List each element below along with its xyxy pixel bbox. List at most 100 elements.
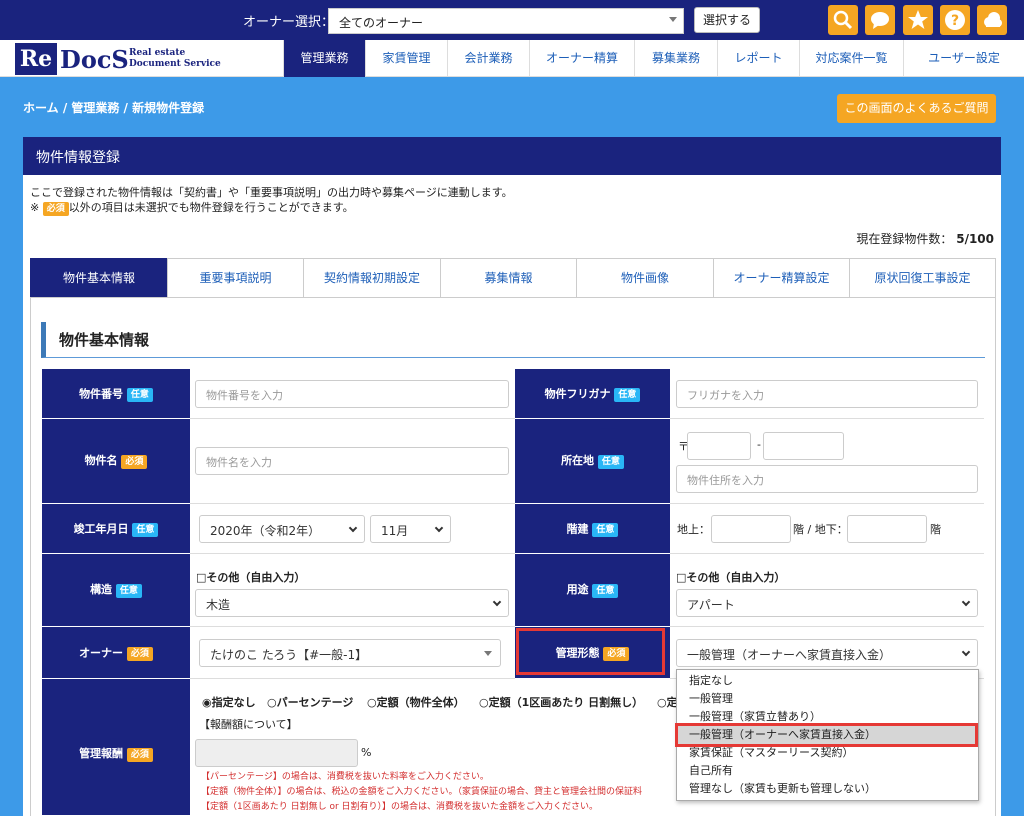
nav-tab-management[interactable]: 管理業務 <box>283 40 365 77</box>
fee-note-2: 【定額（物件全体）】の場合は、税込の金額をご入力ください。（家賃保証の場合、貸主… <box>201 787 643 797</box>
optional-badge: 任意 <box>597 455 624 469</box>
label-property-kana: 物件フリガナ 任意 <box>515 369 670 419</box>
property-tabs: 物件基本情報 重要事項説明 契約情報初期設定 募集情報 物件画像 オーナー精算設… <box>30 258 996 298</box>
address-input[interactable]: 物件住所を入力 <box>676 465 978 493</box>
label-owner: オーナー 必須 <box>42 627 190 679</box>
fee-note-1: 【パーセンテージ】の場合は、消費税を抜いた料率をご入力ください。 <box>201 772 489 782</box>
label-usage: 用途 任意 <box>515 554 670 627</box>
star-icon[interactable] <box>903 5 933 35</box>
fee-option-percentage[interactable]: ○パーセンテージ <box>267 694 353 710</box>
help-icon[interactable]: ? <box>940 5 970 35</box>
breadcrumb[interactable]: ホーム / 管理業務 / 新規物件登録 <box>23 99 204 116</box>
management-fee-input[interactable] <box>195 739 358 767</box>
property-kana-input[interactable]: フリガナを入力 <box>676 380 978 408</box>
logo-mark: Re <box>15 43 57 75</box>
owner-select-value: 全てのオーナー <box>339 16 424 30</box>
nav-tab-accounting[interactable]: 会計業務 <box>447 40 529 77</box>
structure-select[interactable]: 木造 <box>195 589 509 617</box>
nav-tab-owner-settlement[interactable]: オーナー精算 <box>529 40 634 77</box>
built-month-select[interactable]: 11月 <box>370 515 451 543</box>
tab-property-images[interactable]: 物件画像 <box>576 258 714 298</box>
nav-tab-rent[interactable]: 家賃管理 <box>365 40 447 77</box>
floors-above-input[interactable] <box>711 515 791 543</box>
nav-tab-cases[interactable]: 対応案件一覧 <box>799 40 903 77</box>
logo-subtitle: Real estate Document Service <box>129 48 221 69</box>
required-badge: 必須 <box>121 455 148 469</box>
required-badge: 必須 <box>42 202 69 216</box>
floors-below-label: 階 / 地下： <box>793 523 848 536</box>
dropdown-option[interactable]: 管理なし（家賃も更新も管理しない） <box>677 780 978 798</box>
fee-unit: % <box>361 746 372 759</box>
panel-description: ここで登録された物件情報は「契約書」や「重要事項説明」の出力時や募集ページに連動… <box>30 186 513 216</box>
label-property-number: 物件番号 任意 <box>42 369 190 419</box>
svg-text:?: ? <box>951 13 959 29</box>
postal-code-1-input[interactable] <box>687 432 751 460</box>
label-property-name: 物件名 必須 <box>42 419 190 504</box>
postal-code-2-input[interactable] <box>763 432 844 460</box>
optional-badge: 任意 <box>132 523 159 537</box>
main-nav: Re DocS Real estate Document Service 管理業務… <box>0 40 1024 77</box>
dropdown-option[interactable]: 一般管理 <box>677 690 978 708</box>
dropdown-option[interactable]: 指定なし <box>677 672 978 690</box>
tab-restoration-work[interactable]: 原状回復工事設定 <box>849 258 996 298</box>
fee-option-fixed-total[interactable]: ○定額（物件全体） <box>367 694 465 710</box>
label-floors: 階建 任意 <box>515 504 670 554</box>
optional-badge: 任意 <box>614 388 641 402</box>
property-number-input[interactable]: 物件番号を入力 <box>195 380 509 408</box>
top-bar: オーナー選択： 全てのオーナー 選択する ? <box>0 0 1024 40</box>
nav-tab-recruitment[interactable]: 募集業務 <box>634 40 717 77</box>
floors-above-label: 地上： <box>677 523 710 536</box>
floors-unit: 階 <box>930 523 941 536</box>
tab-basic-info[interactable]: 物件基本情報 <box>30 258 168 298</box>
tab-recruitment-info[interactable]: 募集情報 <box>440 258 577 298</box>
section-title: 物件基本情報 <box>41 322 985 358</box>
nav-tab-user-settings[interactable]: ユーザー設定 <box>903 40 1024 77</box>
usage-select[interactable]: アパート <box>676 589 978 617</box>
structure-other-checkbox[interactable]: □その他（自由入力） <box>196 569 305 585</box>
logo-name: DocS <box>60 45 129 74</box>
selected-option-highlight <box>675 723 978 747</box>
postal-dash: - <box>757 438 761 451</box>
optional-badge: 任意 <box>592 584 619 598</box>
label-address: 所在地 任意 <box>515 419 670 504</box>
fee-note-3: 【定額（1区画あたり 日割無し or 日割有り）】の場合は、消費税を抜いた金額を… <box>201 802 599 812</box>
chevron-down-icon <box>492 597 502 607</box>
label-built-date: 竣工年月日 任意 <box>42 504 190 554</box>
floors-below-input[interactable] <box>847 515 927 543</box>
panel-title: 物件情報登録 <box>23 137 1001 175</box>
tab-owner-settlement[interactable]: オーナー精算設定 <box>713 258 850 298</box>
chevron-down-icon <box>348 523 358 533</box>
fee-option-none[interactable]: ◉指定なし <box>202 694 256 710</box>
management-type-select[interactable]: 一般管理（オーナーへ家賃直接入金） <box>676 639 978 667</box>
search-icon[interactable] <box>828 5 858 35</box>
fee-note-label: 【報酬額について】 <box>199 718 298 731</box>
owner-select-field[interactable]: たけのこ たろう【#一般-1】 <box>199 639 501 667</box>
label-management-fee: 管理報酬 必須 <box>42 679 190 816</box>
optional-badge: 任意 <box>592 523 619 537</box>
fee-option-fixed-other[interactable]: ○定 <box>657 694 678 710</box>
label-structure: 構造 任意 <box>42 554 190 627</box>
required-badge: 必須 <box>126 748 153 762</box>
chevron-down-icon <box>434 523 444 533</box>
dropdown-option[interactable]: 自己所有 <box>677 762 978 780</box>
optional-badge: 任意 <box>115 584 142 598</box>
select-owner-button[interactable]: 選択する <box>694 7 760 33</box>
caret-down-icon <box>669 17 677 22</box>
required-badge: 必須 <box>126 647 153 661</box>
tab-contract-defaults[interactable]: 契約情報初期設定 <box>303 258 441 298</box>
fee-option-fixed-per-unit[interactable]: ○定額（1区画あたり 日割無し） <box>479 694 643 710</box>
redocs-logo[interactable]: Re DocS Real estate Document Service <box>15 43 275 75</box>
optional-badge: 任意 <box>126 388 153 402</box>
chevron-down-icon <box>961 597 971 607</box>
built-year-select[interactable]: 2020年（令和2年） <box>199 515 365 543</box>
usage-other-checkbox[interactable]: □その他（自由入力） <box>676 569 785 585</box>
owner-select-label: オーナー選択： <box>243 15 335 30</box>
cloud-icon[interactable] <box>977 5 1007 35</box>
property-name-input[interactable]: 物件名を入力 <box>195 447 509 475</box>
caret-down-icon <box>484 651 492 656</box>
chat-icon[interactable] <box>865 5 895 35</box>
owner-select[interactable]: 全てのオーナー <box>328 8 684 34</box>
tab-important-matters[interactable]: 重要事項説明 <box>167 258 304 298</box>
nav-tab-report[interactable]: レポート <box>717 40 799 77</box>
faq-button[interactable]: この画面のよくあるご質問 <box>837 94 996 123</box>
